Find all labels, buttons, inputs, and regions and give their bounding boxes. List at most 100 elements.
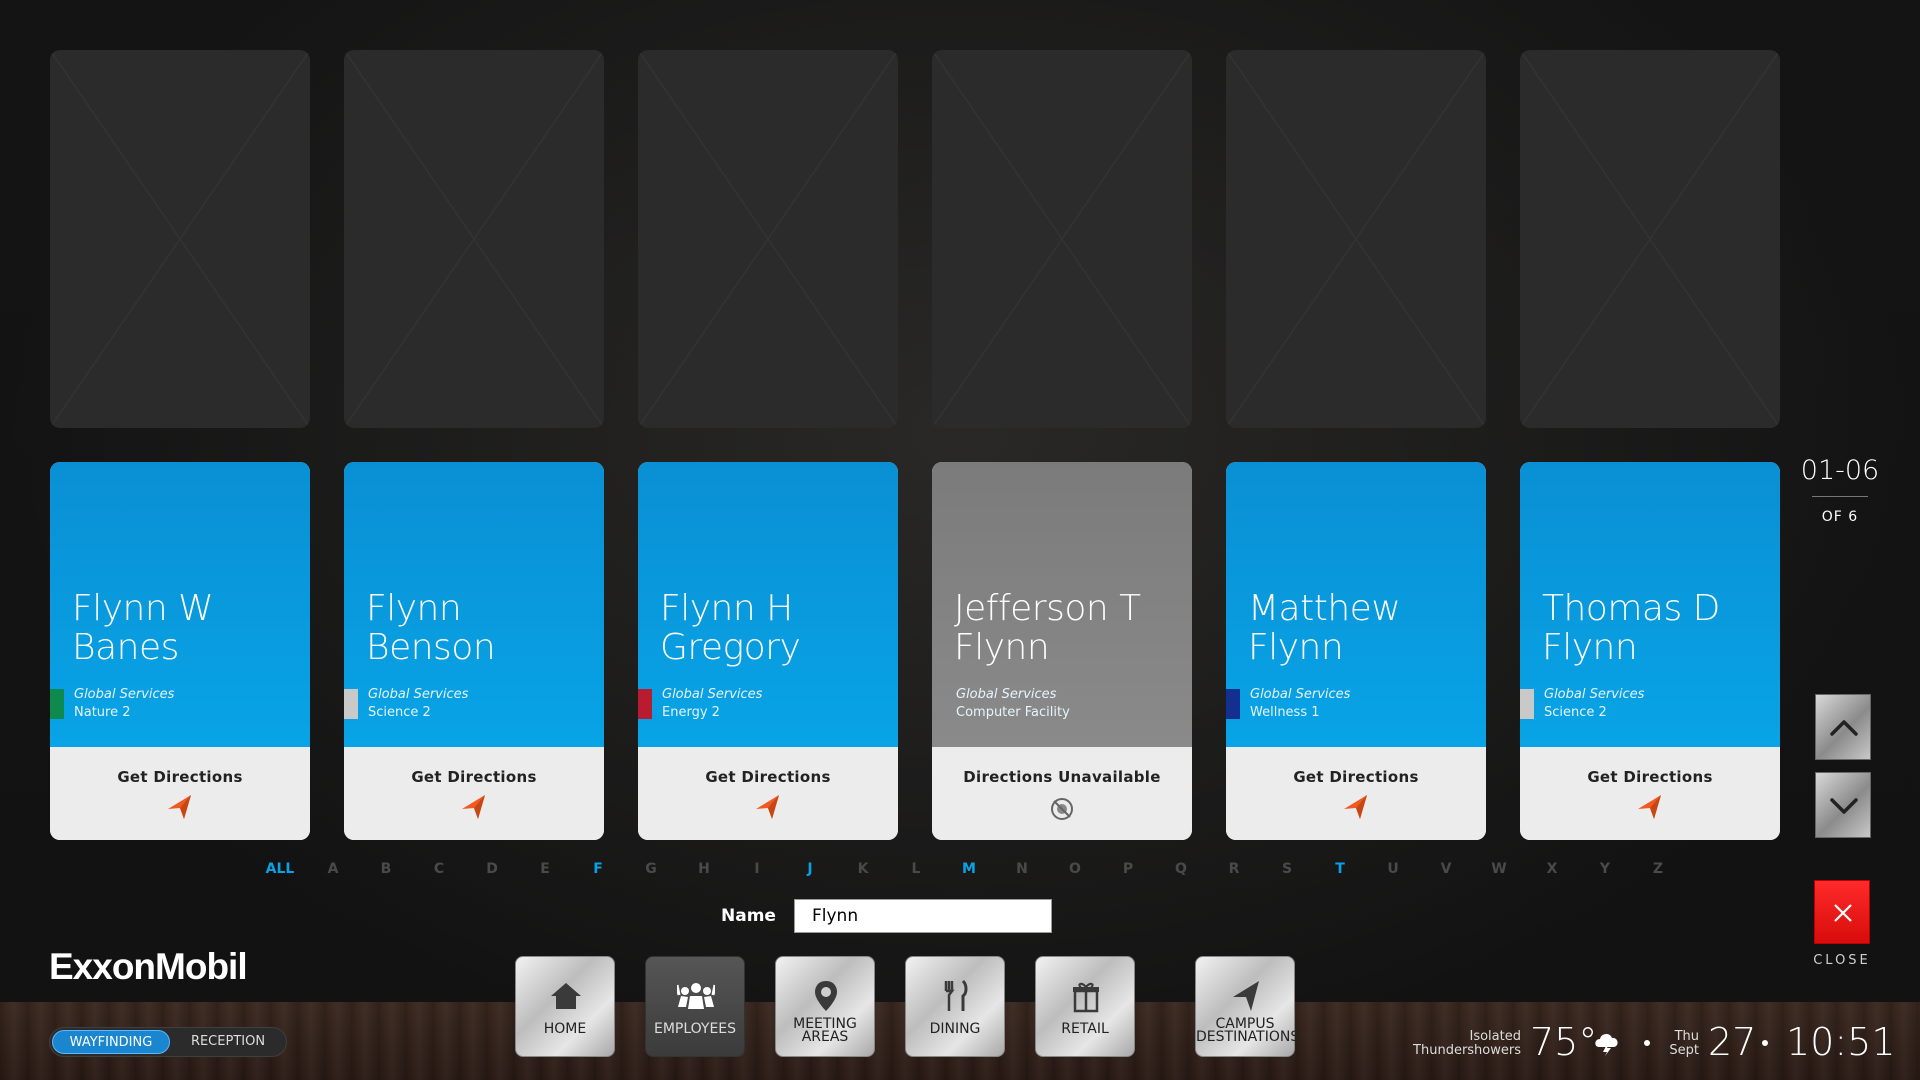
alphabet-letter-s[interactable]: S — [1282, 861, 1292, 877]
employee-location: Computer Facility — [956, 705, 1070, 720]
employee-card[interactable]: Flynn H Gregory Global Services Energy 2 Ge… — [638, 462, 898, 840]
employee-location: Science 2 — [1544, 705, 1607, 720]
alphabet-letter-x[interactable]: X — [1547, 861, 1558, 877]
alphabet-letter-all[interactable]: ALL — [266, 861, 295, 877]
get-directions-button[interactable]: Get Directions — [1520, 768, 1780, 786]
employee-photo-placeholder — [1226, 50, 1486, 428]
alphabet-letter-e[interactable]: E — [540, 861, 550, 877]
employee-department: Global Services — [1250, 687, 1351, 702]
employee-photo-placeholder — [638, 50, 898, 428]
alphabet-letter-v[interactable]: V — [1441, 861, 1452, 877]
alphabet-letter-g[interactable]: G — [645, 861, 657, 877]
house-icon — [551, 983, 581, 1009]
department-color-swatch — [638, 689, 652, 719]
alphabet-letter-a[interactable]: A — [328, 861, 339, 877]
scroll-down-button[interactable] — [1815, 772, 1871, 838]
alphabet-letter-m[interactable]: M — [962, 861, 976, 877]
navigation-arrow-icon — [756, 795, 779, 819]
weekday: Thu — [1674, 1029, 1699, 1044]
image-placeholder-icon — [638, 50, 898, 428]
alphabet-letter-n[interactable]: N — [1016, 861, 1028, 877]
page-range: 01-06 — [1800, 455, 1880, 486]
name-search-label: Name — [721, 906, 776, 926]
alphabet-letter-q[interactable]: Q — [1175, 861, 1187, 877]
nav-label-line: HOME — [543, 1021, 587, 1037]
get-directions-button[interactable]: Get Directions — [638, 768, 898, 786]
get-directions-button[interactable]: Get Directions — [50, 768, 310, 786]
employee-department: Global Services — [956, 687, 1057, 702]
image-placeholder-icon — [932, 50, 1192, 428]
employee-location: Nature 2 — [74, 705, 131, 720]
navigation-arrow-icon — [1638, 795, 1661, 819]
nav-dining-button[interactable]: DINING — [905, 956, 1005, 1057]
separator-dot — [1644, 1040, 1650, 1046]
employee-department: Global Services — [662, 687, 763, 702]
navigation-arrow-icon — [462, 795, 485, 819]
alphabet-letter-o[interactable]: O — [1069, 861, 1081, 877]
alphabet-letter-z[interactable]: Z — [1653, 861, 1663, 877]
nav-campus-destinations-button[interactable]: CAMPUS DESTINATIONS — [1195, 956, 1299, 1057]
weather-description: Isolated Thundershowers — [1413, 1029, 1521, 1058]
employee-photo-placeholder — [932, 50, 1192, 428]
date-weekday-month: Thu Sept — [1665, 1030, 1699, 1058]
weather-temperature: 75° — [1530, 1020, 1598, 1064]
employee-location: Science 2 — [368, 705, 431, 720]
nav-home-button[interactable]: HOME — [515, 956, 615, 1057]
scroll-up-button[interactable] — [1815, 694, 1871, 760]
gift-icon — [1073, 982, 1099, 1013]
nav-label-line: RETAIL — [1061, 1021, 1109, 1037]
card-action-area[interactable] — [932, 747, 1192, 840]
alphabet-letter-h[interactable]: H — [698, 861, 710, 877]
employee-card[interactable]: Thomas D Flynn Global Services Science 2 Ge… — [1520, 462, 1780, 840]
alphabet-letter-i[interactable]: I — [754, 861, 759, 877]
page-divider — [1812, 496, 1868, 497]
department-color-swatch — [1226, 689, 1240, 719]
alphabet-letter-d[interactable]: D — [486, 861, 498, 877]
nav-label: RETAIL — [1036, 1021, 1134, 1037]
alphabet-letter-t[interactable]: T — [1335, 861, 1345, 877]
alphabet-letter-p[interactable]: P — [1123, 861, 1133, 877]
nav-retail-button[interactable]: RETAIL — [1035, 956, 1135, 1057]
alphabet-letter-f[interactable]: F — [593, 861, 603, 877]
alphabet-letter-c[interactable]: C — [434, 861, 444, 877]
name-search-input[interactable] — [794, 899, 1052, 933]
exxonmobil-logo: ExxonMobil — [49, 946, 248, 987]
employee-name: Flynn Benson — [366, 588, 496, 668]
toggle-reception[interactable]: RECEPTION — [172, 1030, 284, 1054]
no-directions-icon — [1051, 798, 1073, 820]
employee-department: Global Services — [368, 687, 469, 702]
nav-label-line: EMPLOYEES — [653, 1021, 737, 1037]
get-directions-button[interactable]: Get Directions — [344, 768, 604, 786]
employee-name: Flynn W Banes — [72, 588, 214, 668]
nav-meeting-areas-button[interactable]: MEETING AREAS — [775, 956, 875, 1057]
employee-name: Jefferson T Flynn — [954, 588, 1141, 668]
employee-card[interactable]: Jefferson T Flynn Global Services Computer… — [932, 462, 1192, 840]
alphabet-letter-l[interactable]: L — [912, 861, 921, 877]
map-pin-icon — [815, 981, 837, 1011]
employee-card[interactable]: Matthew Flynn Global Services Wellness 1 Ge… — [1226, 462, 1486, 840]
toggle-wayfinding[interactable]: WAYFINDING — [52, 1030, 170, 1054]
employee-name: Thomas D Flynn — [1542, 588, 1720, 668]
image-placeholder-icon — [1520, 50, 1780, 428]
nav-employees-button[interactable]: EMPLOYEES — [645, 956, 745, 1057]
alphabet-letter-k[interactable]: K — [858, 861, 869, 877]
image-placeholder-icon — [50, 50, 310, 428]
navigation-arrow-icon — [168, 795, 191, 819]
people-icon — [677, 983, 715, 1009]
alphabet-letter-r[interactable]: R — [1229, 861, 1240, 877]
close-label: CLOSE — [1813, 953, 1871, 968]
employee-card[interactable]: Flynn Benson Global Services Science 2 Get … — [344, 462, 604, 840]
mode-toggle[interactable]: WAYFINDING RECEPTION — [49, 1027, 287, 1057]
close-button[interactable] — [1814, 880, 1870, 944]
alphabet-letter-u[interactable]: U — [1387, 861, 1398, 877]
alphabet-letter-j[interactable]: J — [807, 861, 812, 877]
get-directions-button[interactable]: Get Directions — [1226, 768, 1486, 786]
alphabet-letter-y[interactable]: Y — [1600, 861, 1610, 877]
employee-location: Wellness 1 — [1250, 705, 1320, 720]
alphabet-letter-w[interactable]: W — [1491, 861, 1506, 877]
navigation-arrow-icon — [1233, 981, 1259, 1011]
chevron-down-icon — [1830, 798, 1858, 814]
employee-card[interactable]: Flynn W Banes Global Services Nature 2 Get … — [50, 462, 310, 840]
alphabet-letter-b[interactable]: B — [381, 861, 392, 877]
clock-time: 10:51 — [1786, 1020, 1896, 1064]
